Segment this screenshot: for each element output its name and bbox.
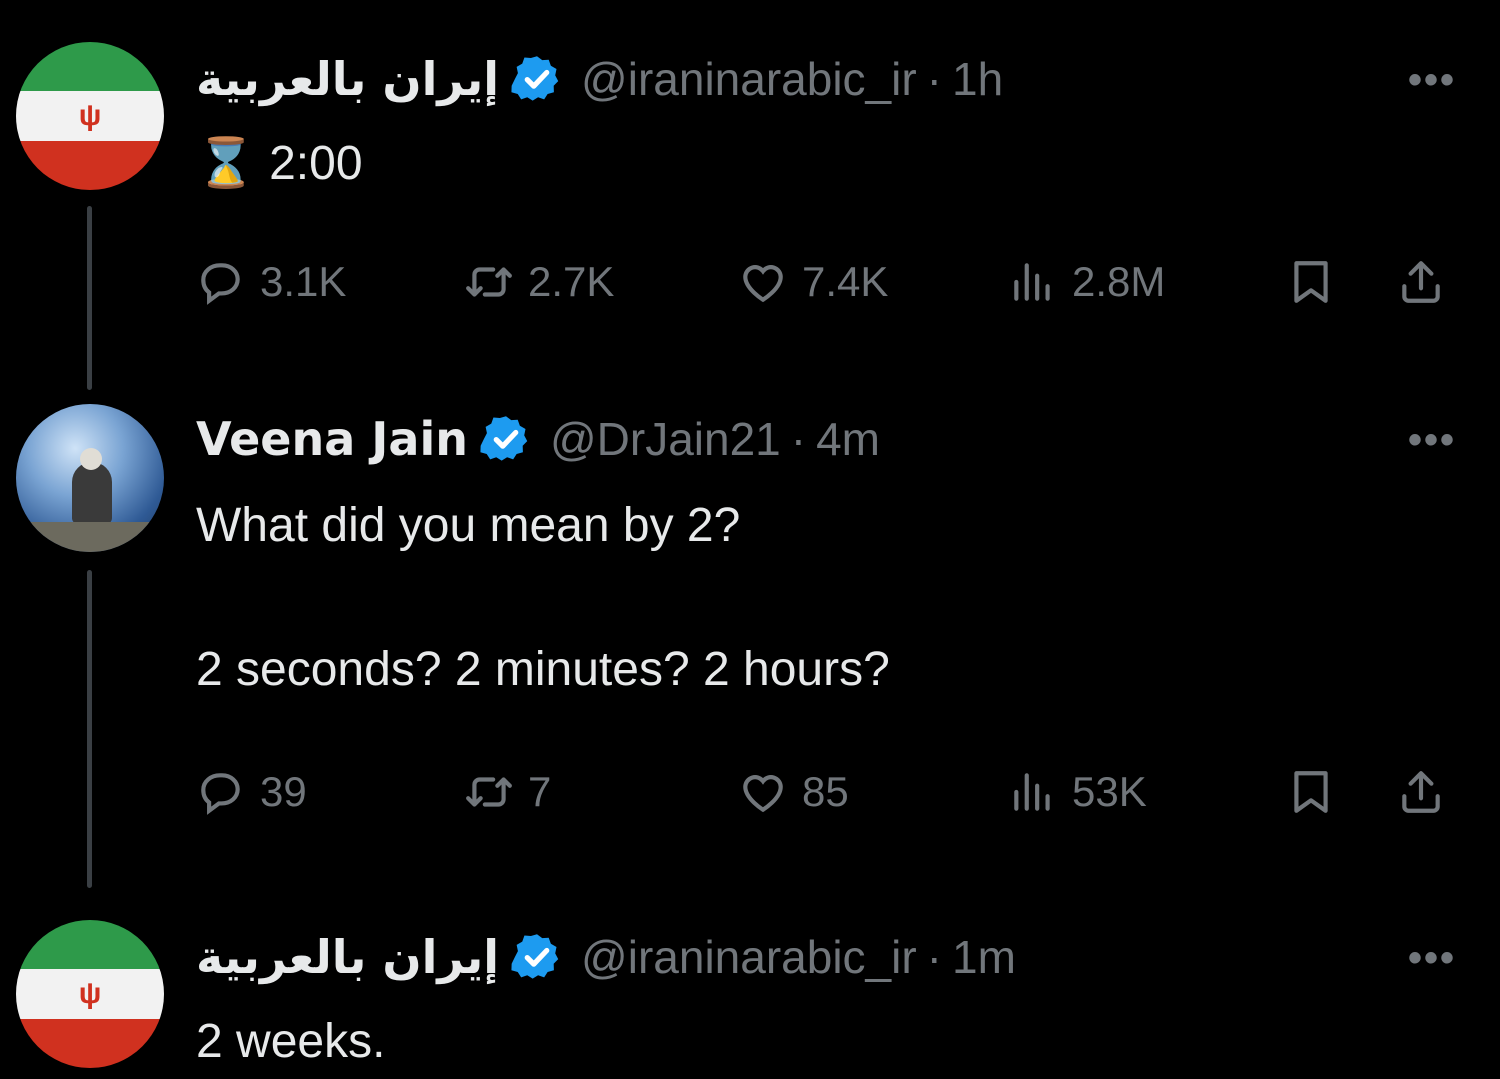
views-icon	[1014, 263, 1050, 301]
tweet-text: ⌛ 2:00	[196, 137, 363, 190]
handle[interactable]: @iraninarabic_ir	[581, 52, 917, 106]
share-icon	[1402, 261, 1440, 303]
action-bar: 39 7 85 53K	[196, 762, 1466, 822]
like-icon	[743, 265, 783, 303]
repost-count: 2.7K	[528, 258, 615, 305]
tweet-header: إيران بالعربية @iraninarabic_ir · 1m	[196, 930, 1016, 984]
timestamp[interactable]: 4m	[816, 412, 880, 466]
tweet-header: Veena Jain @DrJain21 · 4m	[196, 412, 880, 466]
views-button[interactable]: 2.8M	[1008, 257, 1165, 307]
repost-icon	[466, 267, 512, 297]
thread-line	[87, 206, 92, 390]
repost-button[interactable]: 2.7K	[464, 257, 614, 307]
like-count: 7.4K	[802, 258, 889, 305]
tweet-text: What did you mean by 2? 2 seconds? 2 min…	[196, 499, 890, 696]
avatar-veena-jain[interactable]	[16, 404, 164, 552]
bookmark-button[interactable]	[1286, 767, 1336, 817]
views-count: 2.8M	[1072, 258, 1166, 305]
share-icon	[1402, 771, 1440, 813]
bookmark-button[interactable]	[1286, 257, 1336, 307]
reply-icon	[201, 263, 240, 305]
share-button[interactable]	[1396, 767, 1446, 817]
thread-line	[87, 570, 92, 888]
bookmark-icon	[1294, 771, 1328, 813]
separator: ·	[926, 931, 942, 983]
like-button[interactable]: 85	[738, 767, 849, 817]
verified-badge-icon	[480, 416, 528, 461]
views-count: 53K	[1072, 768, 1147, 815]
share-button[interactable]	[1396, 257, 1446, 307]
repost-icon	[466, 777, 512, 807]
reply-count: 39	[260, 768, 307, 815]
more-icon[interactable]: •••	[1408, 58, 1456, 103]
like-button[interactable]: 7.4K	[738, 257, 888, 307]
more-icon[interactable]: •••	[1408, 418, 1456, 463]
reply-button[interactable]: 3.1K	[196, 257, 346, 307]
more-icon[interactable]: •••	[1408, 936, 1456, 981]
timestamp[interactable]: 1m	[952, 930, 1016, 984]
handle[interactable]: @iraninarabic_ir	[581, 930, 917, 984]
separator: ·	[926, 53, 942, 105]
avatar-iran-flag[interactable]: ψ	[16, 920, 164, 1068]
reply-button[interactable]: 39	[196, 767, 307, 817]
emblem-icon: ψ	[78, 99, 102, 132]
emblem-icon: ψ	[78, 977, 102, 1010]
display-name[interactable]: إيران بالعربية	[196, 930, 499, 984]
ground	[16, 522, 164, 552]
verified-badge-icon	[511, 934, 559, 979]
display-name[interactable]: Veena Jain	[196, 412, 468, 466]
separator: ·	[790, 413, 807, 465]
like-icon	[743, 775, 783, 813]
repost-count: 7	[528, 768, 552, 815]
reply-count: 3.1K	[260, 258, 347, 305]
views-button[interactable]: 53K	[1008, 767, 1147, 817]
views-icon	[1014, 773, 1050, 811]
timestamp[interactable]: 1h	[952, 52, 1003, 106]
display-name[interactable]: إيران بالعربية	[196, 52, 499, 106]
avatar-iran-flag[interactable]: ψ	[16, 42, 164, 190]
person-head	[80, 448, 102, 470]
handle[interactable]: @DrJain21	[550, 412, 781, 466]
repost-button[interactable]: 7	[464, 767, 551, 817]
tweet-text: 2 weeks.	[196, 1015, 386, 1068]
verified-badge-icon	[511, 56, 559, 101]
action-bar: 3.1K 2.7K 7.4K 2.8M	[196, 252, 1466, 312]
like-count: 85	[802, 768, 849, 815]
person-silhouette	[72, 462, 112, 524]
bookmark-icon	[1294, 261, 1328, 303]
tweet-header: إيران بالعربية @iraninarabic_ir · 1h	[196, 52, 1003, 106]
reply-icon	[201, 773, 240, 815]
